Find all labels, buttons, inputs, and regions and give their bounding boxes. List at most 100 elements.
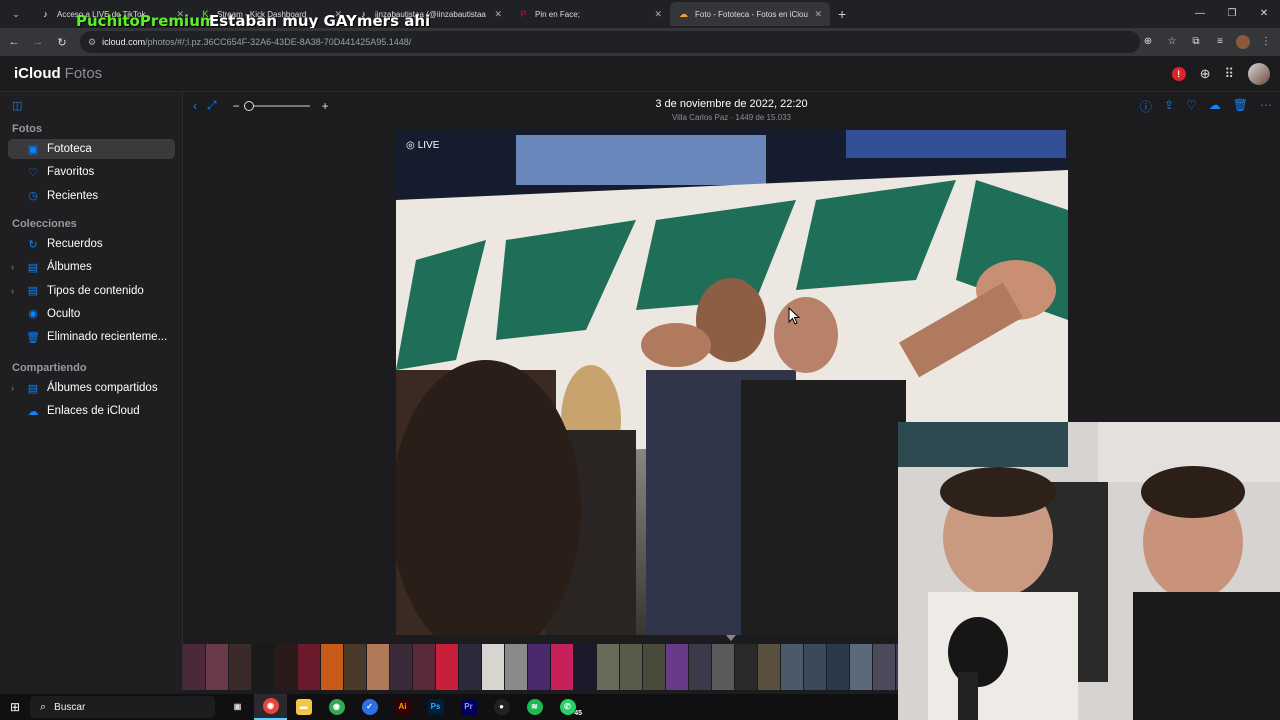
browser-tab[interactable]: ☁ Foto - Fototeca - Fotos en iClou ✕ [670,2,830,26]
site-info-icon[interactable]: ⚙ [88,37,96,48]
taskbar-obs[interactable]: ● [485,694,518,720]
browser-menu-icon[interactable]: ⋮ [1258,32,1274,52]
sidebar-item[interactable]: ◉ Oculto [8,304,175,324]
back-to-grid-icon[interactable]: ‹ [193,99,197,113]
tab-search-button[interactable]: ⌄ [4,4,28,24]
filmstrip-thumbnail[interactable] [206,644,228,690]
close-tab-icon[interactable]: ✕ [814,9,822,20]
browser-tab[interactable]: P Pin en Face; ✕ [510,2,670,26]
taskbar-spotify[interactable]: ≋ [518,694,551,720]
filmstrip-thumbnail[interactable] [505,644,527,690]
back-icon[interactable]: ← [2,36,26,48]
delete-trash-icon[interactable]: 🗑 [1233,98,1248,115]
filmstrip-thumbnail[interactable] [482,644,504,690]
filmstrip-thumbnail[interactable] [873,644,895,690]
filmstrip-thumbnail[interactable] [804,644,826,690]
windows-start-icon[interactable]: ⊞ [0,700,30,714]
sidebar-item[interactable]: ▣ Fototeca [8,139,175,159]
filmstrip-thumbnail[interactable] [413,644,435,690]
info-icon[interactable]: ⓘ [1140,98,1152,115]
task-view-button[interactable]: ▣ [221,694,254,720]
filmstrip-thumbnail[interactable] [344,644,366,690]
filmstrip-thumbnail[interactable] [597,644,619,690]
zoom-slider[interactable] [243,100,310,111]
zoom-icon[interactable]: ⊕ [1140,32,1156,52]
sidebar-item[interactable]: 🗑 Eliminado recienteme... [8,327,175,347]
filmstrip-thumbnail[interactable] [781,644,803,690]
filmstrip-thumbnail[interactable] [712,644,734,690]
new-tab-button[interactable]: + [838,6,846,22]
taskbar-todo[interactable]: ✓ [353,694,386,720]
filmstrip-thumbnail[interactable] [252,644,274,690]
filmstrip-thumbnail[interactable] [620,644,642,690]
live-badge[interactable]: ◎ LIVE [406,140,439,151]
eye-icon: ◉ [28,308,38,321]
sidebar-item[interactable]: ◷ Recientes [8,186,175,206]
filmstrip-thumbnail[interactable] [275,644,297,690]
profile-avatar[interactable] [1236,35,1250,49]
filmstrip-thumbnail[interactable] [459,644,481,690]
sidebar-item-label: Recuerdos [47,238,103,250]
sidebar-item-label: Álbumes [47,261,92,274]
filmstrip-thumbnail[interactable] [229,644,251,690]
filmstrip-thumbnail[interactable] [367,644,389,690]
chevron-right-icon[interactable]: › [11,286,14,296]
extensions-icon[interactable]: ⧉ [1188,32,1204,52]
filmstrip-thumbnail[interactable] [321,644,343,690]
filmstrip-thumbnail[interactable] [436,644,458,690]
filmstrip-thumbnail[interactable] [758,644,780,690]
filmstrip-thumbnail[interactable] [390,644,412,690]
chevron-right-icon[interactable]: › [11,383,14,393]
filmstrip-thumbnail[interactable] [666,644,688,690]
zoom-in-button[interactable]: + [322,99,329,113]
sidebar-item[interactable]: › ▤ Álbumes [8,257,175,277]
close-tab-icon[interactable]: ✕ [494,9,502,20]
taskbar-premiere[interactable]: Pr [452,694,485,720]
sidebar-toggle-icon[interactable]: ◫ [12,99,22,112]
taskbar-chrome[interactable]: ◉ [320,694,353,720]
chevron-right-icon[interactable]: › [11,262,14,272]
download-cloud-icon[interactable]: ☁ [1209,98,1221,115]
reload-icon[interactable]: ↻ [50,36,74,49]
bookmark-star-icon[interactable]: ☆ [1164,32,1180,52]
forward-icon[interactable]: → [26,36,50,48]
minimize-button[interactable]: — [1184,0,1216,28]
filmstrip-thumbnail[interactable] [574,644,596,690]
add-icon[interactable]: ⊕ [1200,66,1211,82]
filmstrip-thumbnail[interactable] [528,644,550,690]
filmstrip-thumbnail[interactable] [735,644,757,690]
zoom-out-button[interactable]: − [233,99,240,113]
sidebar-item[interactable]: ♡ Favoritos [8,162,175,182]
taskbar-search[interactable]: ⌕ Buscar [30,696,215,718]
more-options-icon[interactable]: ⋯ [1260,98,1272,115]
sidebar-item[interactable]: › ▤ Álbumes compartidos [8,378,175,398]
sidebar-item[interactable]: ☁ Enlaces de iCloud [8,401,175,421]
filmstrip-thumbnail[interactable] [689,644,711,690]
filmstrip-thumbnail[interactable] [643,644,665,690]
sidebar-item[interactable]: › ▤ Tipos de contenido [8,281,175,301]
zoom-slider-handle[interactable] [243,100,254,111]
close-window-button[interactable]: ✕ [1248,0,1280,28]
taskbar-photoshop[interactable]: Ps [419,694,452,720]
taskbar-chrome-active[interactable]: ◉ [254,694,287,720]
filmstrip-thumbnail[interactable] [850,644,872,690]
windows-taskbar: ⊞ ⌕ Buscar ▣ ◉ ▬ ◉ ✓ Ai Ps Pr ● ≋ ✆ 45 [0,694,898,720]
filmstrip-thumbnail[interactable] [827,644,849,690]
alert-badge[interactable]: ! [1171,67,1186,81]
close-tab-icon[interactable]: ✕ [654,9,662,20]
account-avatar[interactable] [1248,63,1270,85]
favorite-heart-icon[interactable]: ♡ [1186,98,1197,115]
maximize-button[interactable]: ❐ [1216,0,1248,28]
filmstrip-thumbnail[interactable] [551,644,573,690]
reading-list-icon[interactable]: ≡ [1212,32,1228,52]
sidebar-item[interactable]: ↻ Recuerdos [8,234,175,254]
app-grid-icon[interactable]: ⠿ [1224,66,1234,82]
expand-icon[interactable]: ⤢ [207,98,217,113]
filmstrip-thumbnail[interactable] [298,644,320,690]
url-input[interactable]: ⚙ icloud.com /photos/#/;l.pz.36CC654F-32… [80,31,1140,53]
taskbar-whatsapp[interactable]: ✆ 45 [551,694,584,720]
share-icon[interactable]: ⇪ [1164,98,1174,115]
filmstrip-thumbnail[interactable] [183,644,205,690]
taskbar-file-explorer[interactable]: ▬ [287,694,320,720]
taskbar-illustrator[interactable]: Ai [386,694,419,720]
